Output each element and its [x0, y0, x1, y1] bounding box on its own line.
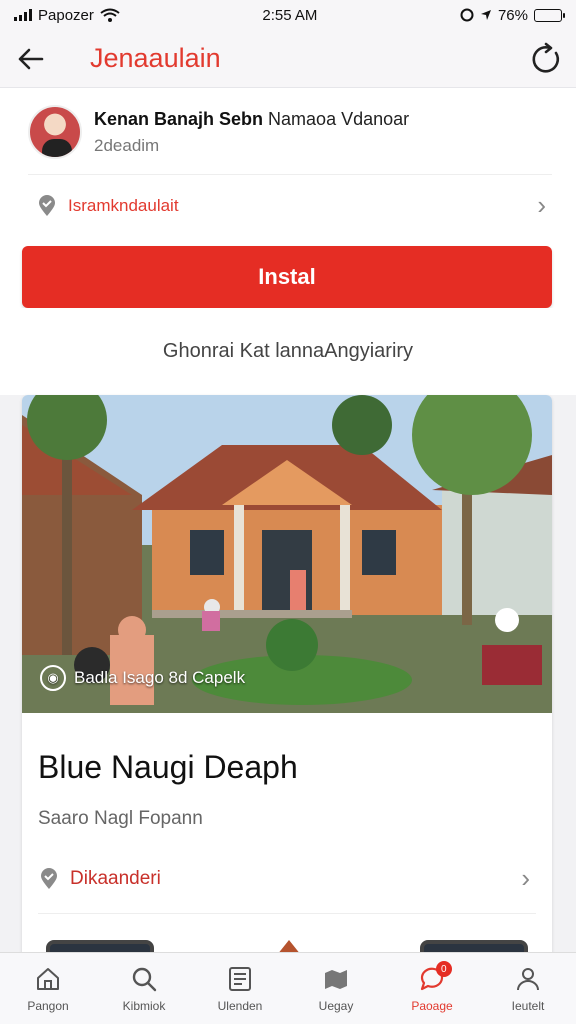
chevron-right-icon: ›: [537, 190, 546, 220]
tab-label: Uegay: [318, 998, 354, 1013]
list-icon: [229, 966, 251, 991]
tab-search[interactable]: Kibmiok: [96, 953, 192, 1024]
location-arrow-icon: [480, 10, 491, 20]
map-icon: [325, 969, 347, 989]
section-subtitle: Ghonrai Kat lannaAngyiariry: [0, 308, 576, 395]
profile-location-row[interactable]: Isramkndaulait ›: [28, 174, 552, 236]
profile-icon: [517, 967, 539, 990]
post-location: Dikaanderi: [70, 867, 161, 889]
tab-label: Pangon: [27, 998, 69, 1013]
tab-label: Ieutelt: [511, 998, 545, 1013]
content: Kenan Banajh Sebn Namaoa Vdanoar 2deadim…: [0, 88, 576, 954]
top-bar: Jenaaulain: [0, 30, 576, 88]
search-icon: [132, 967, 157, 991]
post-photo[interactable]: ◉ Badla Isago 8d Capelk: [22, 395, 552, 713]
tab-home[interactable]: Pangon: [0, 953, 96, 1024]
refresh-button[interactable]: [516, 30, 576, 88]
back-arrow-icon: [18, 48, 44, 69]
battery-icon: [533, 8, 565, 22]
carrier-name: Papozer: [38, 6, 94, 24]
profile-card: Kenan Banajh Sebn Namaoa Vdanoar 2deadim…: [0, 88, 576, 236]
page-title: Jenaaulain: [90, 43, 221, 73]
battery-percent: 76%: [497, 6, 528, 24]
tab-label: Kibmiok: [122, 998, 166, 1013]
home-icon: [37, 967, 59, 990]
back-button[interactable]: [0, 30, 60, 88]
alarm-icon: [460, 8, 474, 22]
install-button[interactable]: Instal: [22, 246, 552, 308]
notification-badge: 0: [435, 961, 452, 977]
tab-profile[interactable]: Ieutelt: [480, 953, 576, 1024]
tab-list[interactable]: Ulenden: [192, 953, 288, 1024]
status-time: 2:55 AM: [262, 6, 318, 24]
wifi-icon: [100, 8, 120, 22]
signal-icon: [14, 9, 32, 21]
profile-subtitle: 2deadim: [94, 135, 160, 155]
tab-label: Ulenden: [217, 998, 263, 1013]
refresh-icon: [532, 42, 560, 73]
post-subtitle: Saaro Nagl Fopann: [38, 808, 203, 829]
avatar[interactable]: [28, 105, 82, 159]
photo-caption: Badla Isago 8d Capelk: [74, 668, 246, 687]
tab-label: Paoage: [411, 998, 453, 1013]
location-pin-icon: [39, 194, 55, 216]
profile-location: Isramkndaulait: [68, 195, 179, 215]
chevron-right-icon: ›: [521, 863, 530, 893]
profile-name-line: Kenan Banajh Sebn Namaoa Vdanoar: [94, 109, 409, 130]
post-title: Blue Naugi Deaph: [38, 749, 298, 785]
location-pin-icon: ◉: [40, 665, 66, 691]
post-location-row[interactable]: Dikaanderi ›: [38, 844, 536, 914]
post-card[interactable]: ◉ Badla Isago 8d Capelk Blue Naugi Deaph…: [22, 395, 552, 954]
location-pin-icon: [41, 867, 57, 889]
tab-chat[interactable]: 0 Paoage: [384, 953, 480, 1024]
profile-name-suffix: Namaoa Vdanoar: [268, 108, 410, 129]
status-bar: Papozer 2:55 AM 76%: [0, 0, 576, 30]
thumbnail-row: [38, 914, 536, 954]
tab-map[interactable]: Uegay: [288, 953, 384, 1024]
profile-name[interactable]: Kenan Banajh Sebn: [94, 109, 263, 129]
tab-bar: Pangon Kibmiok Ulenden Uegay 0 Paoage Ie…: [0, 952, 576, 1024]
